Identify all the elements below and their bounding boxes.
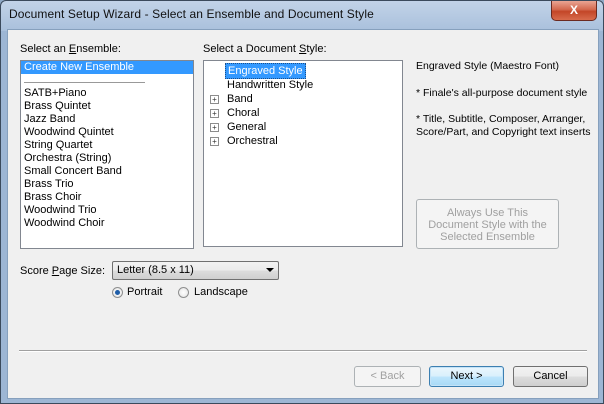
style-tree-item-label: Engraved Style [225, 63, 306, 79]
ensemble-item[interactable]: Woodwind Choir [21, 217, 193, 230]
style-tree-item-label: Choral [227, 107, 260, 119]
style-treeview[interactable]: Engraved Style Handwritten Style + Band + Cho… [203, 60, 403, 247]
ensemble-item[interactable]: Create New Ensemble [21, 61, 193, 74]
close-icon: X [569, 3, 578, 17]
portrait-radio[interactable] [112, 287, 123, 298]
ensemble-label: Select an Ensemble: [20, 43, 121, 55]
style-label: Select a Document Style: [203, 43, 327, 55]
ensemble-item[interactable]: String Quartet [21, 139, 193, 152]
landscape-label[interactable]: Landscape [194, 286, 248, 298]
style-tree-item-label: Band [227, 93, 253, 105]
style-tree-item[interactable]: + General [204, 120, 402, 134]
title-bar[interactable]: Document Setup Wizard - Select an Ensemb… [1, 1, 603, 29]
style-tree-item-label: Orchestral [227, 135, 278, 147]
expand-icon[interactable]: + [210, 109, 219, 118]
style-tree-item[interactable]: + Orchestral [204, 134, 402, 148]
button-divider [19, 350, 587, 352]
ensemble-item[interactable]: Orchestra (String) [21, 152, 193, 165]
ensemble-item[interactable]: Brass Quintet [21, 100, 193, 113]
page-size-dropdown[interactable]: Letter (8.5 x 11) [112, 261, 279, 280]
expand-icon[interactable]: + [210, 123, 219, 132]
style-description-heading: Engraved Style (Maestro Font) [416, 60, 559, 72]
dialog-window: Document Setup Wizard - Select an Ensemb… [0, 0, 604, 404]
ensemble-listbox[interactable]: Create New Ensemble SATB+Piano Brass Quint… [20, 60, 194, 249]
style-tree-item[interactable]: + Choral [204, 106, 402, 120]
chevron-down-icon [266, 268, 274, 272]
style-tree-item[interactable]: + Band [204, 92, 402, 106]
ensemble-separator [24, 74, 145, 83]
portrait-label[interactable]: Portrait [127, 286, 162, 298]
style-tree-item-label: Handwritten Style [227, 79, 314, 91]
style-tree-item-label: General [227, 121, 267, 133]
ensemble-item[interactable]: Woodwind Quintet [21, 126, 193, 139]
ensemble-item[interactable]: Brass Choir [21, 191, 193, 204]
expand-icon[interactable]: + [210, 95, 219, 104]
page-size-label: Score Page Size: [20, 265, 106, 277]
next-button[interactable]: Next > [429, 366, 504, 387]
page-size-value: Letter (8.5 x 11) [117, 264, 194, 276]
close-button[interactable]: X [551, 1, 597, 21]
style-description-line-1: * Finale's all-purpose document style [416, 87, 588, 99]
window-title: Document Setup Wizard - Select an Ensemb… [9, 7, 374, 21]
ensemble-item[interactable]: Woodwind Trio [21, 204, 193, 217]
style-description-line-2: * Title, Subtitle, Composer, Arranger, S… [416, 113, 591, 138]
landscape-radio[interactable] [178, 287, 189, 298]
back-button[interactable]: < Back [354, 366, 421, 387]
style-tree-item[interactable]: Handwritten Style [204, 78, 402, 92]
dialog-client: Select an Ensemble: Create New Ensemble S… [7, 29, 599, 399]
ensemble-item[interactable]: SATB+Piano [21, 87, 193, 100]
expand-icon[interactable]: + [210, 137, 219, 146]
ensemble-item[interactable]: Jazz Band [21, 113, 193, 126]
always-use-style-button[interactable]: Always Use This Document Style with the … [416, 199, 559, 249]
style-tree-item[interactable]: Engraved Style [204, 63, 402, 79]
cancel-button[interactable]: Cancel [513, 366, 588, 387]
ensemble-item[interactable]: Small Concert Band [21, 165, 193, 178]
ensemble-item[interactable]: Brass Trio [21, 178, 193, 191]
